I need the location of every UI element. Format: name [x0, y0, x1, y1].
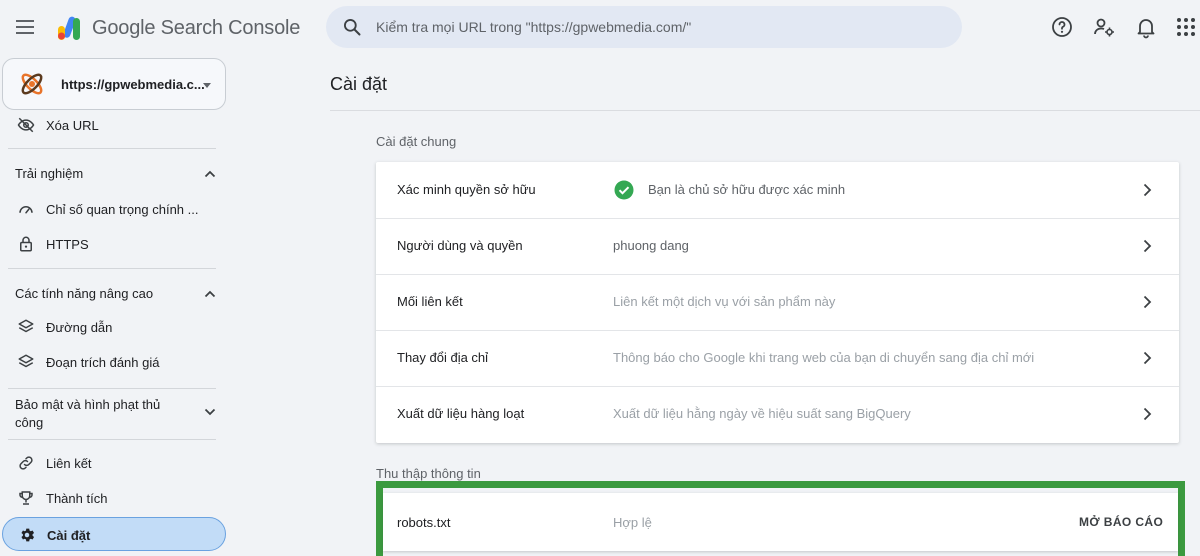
link-icon — [19, 456, 33, 470]
search-console-logo — [58, 16, 80, 40]
sidebar-item-remove-url[interactable]: Xóa URL — [0, 108, 226, 142]
section-header-experience[interactable]: Trải nghiệm — [0, 164, 226, 184]
search-icon — [344, 19, 361, 36]
chevron-right-icon — [1143, 295, 1152, 309]
sidebar-item-https[interactable]: HTTPS — [0, 227, 226, 261]
notifications-icon[interactable] — [1134, 15, 1158, 39]
main-menu-button[interactable] — [14, 16, 36, 40]
settings-row-users-permissions[interactable]: Người dùng và quyền phuong dang — [376, 218, 1179, 274]
settings-row-robots-txt[interactable]: robots.txt Hợp lệ MỞ BÁO CÁO — [383, 493, 1178, 551]
sidebar-item-label: Cài đặt — [47, 528, 91, 543]
chevron-right-icon — [1143, 183, 1152, 197]
layers-icon — [18, 354, 34, 368]
sidebar-item-breadcrumbs[interactable]: Đường dẫn — [0, 310, 226, 344]
sidebar-divider — [8, 439, 216, 440]
property-name: https://gpwebmedia.c... — [61, 77, 205, 92]
title-divider — [330, 110, 1200, 111]
section-title: Các tính năng nâng cao — [15, 286, 154, 301]
chevron-down-icon — [204, 408, 216, 416]
sidebar-item-achievements[interactable]: Thành tích — [0, 481, 226, 515]
sidebar-item-label: Đường dẫn — [46, 320, 113, 335]
property-selector[interactable]: https://gpwebmedia.c... — [2, 58, 226, 110]
row-name: Người dùng và quyền — [397, 238, 523, 253]
row-value: Xuất dữ liệu hằng ngày về hiệu suất sang… — [613, 406, 911, 421]
layers-icon — [18, 319, 34, 333]
row-name: robots.txt — [397, 515, 451, 530]
row-value: Hợp lệ — [613, 515, 652, 530]
lock-icon — [20, 236, 32, 252]
section-label-crawling: Thu thập thông tin — [376, 466, 481, 481]
verified-check-icon — [614, 180, 634, 200]
apps-grid-icon[interactable] — [1174, 15, 1198, 39]
row-value: phuong dang — [613, 238, 689, 253]
manage-users-icon[interactable] — [1092, 15, 1116, 39]
eye-off-icon — [17, 117, 35, 133]
gauge-icon — [19, 206, 33, 214]
sidebar-item-settings[interactable]: Cài đặt — [2, 517, 226, 551]
trophy-icon — [19, 491, 33, 505]
sidebar-item-label: HTTPS — [46, 237, 89, 252]
url-inspection-input[interactable] — [376, 6, 946, 48]
row-name: Xuất dữ liệu hàng loạt — [397, 406, 525, 421]
site-logo — [21, 73, 43, 95]
section-title: Trải nghiệm — [15, 166, 84, 181]
row-divider — [376, 218, 1179, 219]
chevron-right-icon — [1143, 239, 1152, 253]
settings-row-associations[interactable]: Mối liên kết Liên kết một dịch vụ với sả… — [376, 274, 1179, 330]
section-header-enhancements[interactable]: Các tính năng nâng cao — [0, 284, 226, 304]
row-value: Thông báo cho Google khi trang web của b… — [613, 350, 1035, 365]
row-divider — [376, 386, 1179, 387]
section-header-security[interactable]: Bảo mật và hình phạt thủ công — [0, 396, 226, 432]
sidebar-item-review-snippets[interactable]: Đoạn trích đánh giá — [0, 345, 226, 379]
chevron-right-icon — [1143, 407, 1152, 421]
sidebar-item-links[interactable]: Liên kết — [0, 446, 226, 480]
help-icon[interactable] — [1050, 15, 1074, 39]
sidebar-divider — [8, 148, 216, 149]
sidebar-item-label: Liên kết — [46, 456, 92, 471]
settings-row-ownership-verification[interactable]: Xác minh quyền sở hữu Bạn là chủ sở hữu … — [376, 162, 1179, 218]
row-divider — [376, 274, 1179, 275]
url-inspection-search[interactable] — [326, 6, 962, 48]
row-name: Mối liên kết — [397, 294, 463, 309]
row-value: Bạn là chủ sở hữu được xác minh — [648, 182, 846, 197]
row-divider — [376, 330, 1179, 331]
section-label-general: Cài đặt chung — [376, 134, 457, 149]
settings-row-change-of-address[interactable]: Thay đổi địa chỉ Thông báo cho Google kh… — [376, 330, 1179, 386]
row-name: Xác minh quyền sở hữu — [397, 182, 536, 197]
sidebar-item-label: Chỉ số quan trọng chính ... — [46, 202, 199, 217]
section-title: Bảo mật và hình phạt thủ công — [15, 397, 161, 430]
app-brand: Google Search Console — [92, 17, 301, 39]
sidebar-item-label: Thành tích — [46, 491, 108, 506]
page-title: Cài đặt — [330, 74, 388, 94]
gear-icon — [21, 528, 35, 542]
chevron-right-icon — [1143, 351, 1152, 365]
chevron-up-icon — [204, 170, 216, 178]
chevron-down-icon — [203, 83, 211, 88]
sidebar-divider — [8, 388, 216, 389]
row-name: Thay đổi địa chỉ — [397, 350, 489, 365]
open-report-button[interactable]: MỞ BÁO CÁO — [1071, 509, 1171, 535]
row-value: Liên kết một dịch vụ với sản phẩm này — [613, 294, 836, 309]
sidebar-item-label: Đoạn trích đánh giá — [46, 355, 160, 370]
general-settings-card: Xác minh quyền sở hữu Bạn là chủ sở hữu … — [376, 162, 1179, 443]
sidebar-item-label: Xóa URL — [46, 118, 99, 133]
chevron-up-icon — [204, 290, 216, 298]
sidebar-item-core-web-vitals[interactable]: Chỉ số quan trọng chính ... — [0, 192, 226, 226]
top-app-bar: Google Search Console — [0, 0, 1200, 56]
settings-row-bulk-data-export[interactable]: Xuất dữ liệu hàng loạt Xuất dữ liệu hằng… — [376, 386, 1179, 442]
sidebar-divider — [8, 268, 216, 269]
